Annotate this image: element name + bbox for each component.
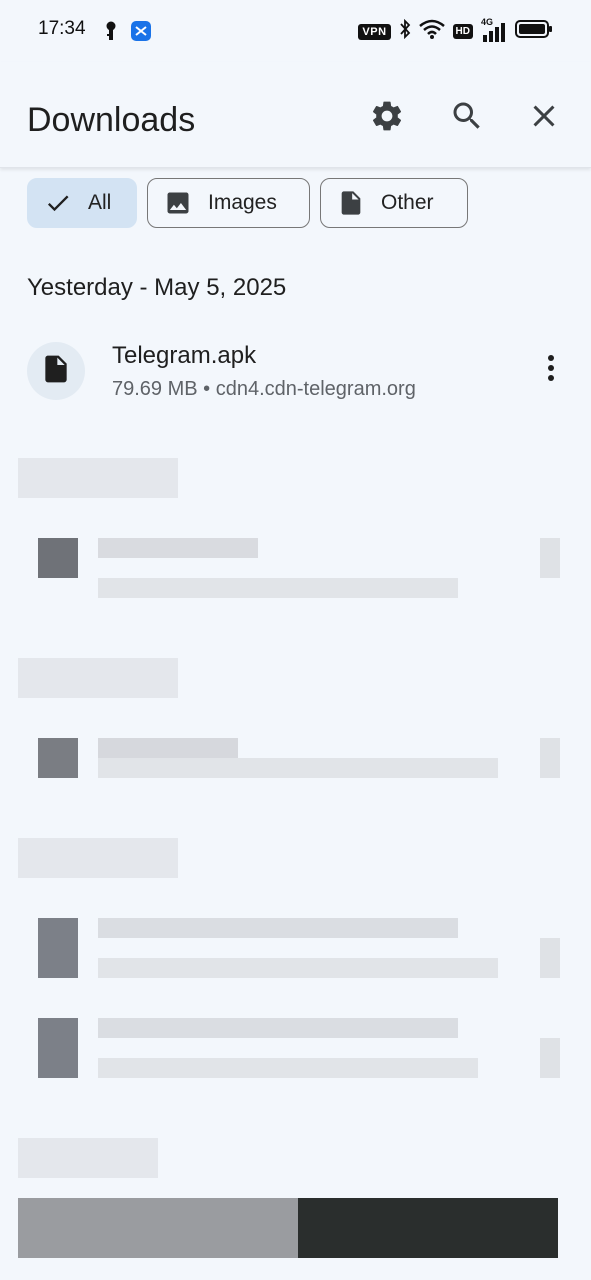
key-icon: [104, 21, 118, 46]
file-icon: [40, 353, 72, 390]
obscured-file-meta: [98, 758, 498, 778]
close-button[interactable]: [524, 98, 564, 138]
obscured-file-name: [98, 538, 258, 558]
obscured-file-name: [98, 738, 238, 758]
status-left-icons: [104, 20, 152, 47]
hd-badge: HD: [452, 24, 473, 39]
check-icon: [44, 189, 72, 217]
obscured-date-header: [18, 1138, 158, 1178]
obscured-date-header: [18, 658, 178, 698]
section-date-header: Yesterday - May 5, 2025: [27, 274, 287, 301]
obscured-downloads-list: [0, 440, 591, 1280]
app-bar: Downloads: [0, 62, 591, 168]
signal-icon: 4G: [481, 17, 507, 43]
chip-other[interactable]: Other: [320, 178, 468, 228]
settings-icon: [369, 98, 405, 139]
document-icon: [337, 189, 365, 217]
obscured-thumbnail: [298, 1198, 558, 1258]
filter-chips: All Images Other: [27, 178, 468, 228]
battery-icon: [515, 19, 553, 44]
obscured-date-header: [18, 458, 178, 498]
file-name: Telegram.apk: [112, 342, 257, 369]
obscured-file-meta: [98, 1058, 478, 1078]
obscured-more-button: [540, 538, 560, 578]
download-item[interactable]: Telegram.apk 79.69 MB • cdn4.cdn-telegra…: [0, 332, 591, 410]
close-icon: [526, 98, 562, 139]
chip-all-label: All: [88, 191, 112, 214]
image-icon: [164, 189, 192, 217]
obscured-file-meta: [98, 578, 458, 598]
bluetooth-icon: [399, 18, 411, 44]
settings-button[interactable]: [367, 98, 407, 138]
file-meta: 79.69 MB • cdn4.cdn-telegram.org: [112, 378, 416, 400]
search-button[interactable]: [447, 98, 487, 138]
status-bar: 17:34 VPN HD 4G: [0, 0, 591, 62]
page-title: Downloads: [27, 101, 196, 139]
obscured-more-button: [540, 738, 560, 778]
obscured-file-icon: [38, 918, 78, 978]
search-icon: [449, 98, 485, 139]
obscured-file-name: [98, 1018, 458, 1038]
obscured-file-icon: [38, 738, 78, 778]
chip-images-label: Images: [208, 191, 277, 214]
obscured-thumbnail: [18, 1198, 298, 1258]
more-vert-icon: [546, 353, 556, 388]
wifi-icon: [418, 19, 445, 44]
app-notification-icon: [130, 20, 152, 47]
status-time: 17:34: [38, 18, 86, 39]
obscured-file-meta: [98, 958, 498, 978]
chip-other-label: Other: [381, 191, 434, 214]
obscured-file-icon: [38, 538, 78, 578]
status-right-icons: VPN HD 4G: [358, 17, 553, 44]
more-options-button[interactable]: [533, 350, 569, 390]
chip-all[interactable]: All: [27, 178, 137, 228]
obscured-file-icon: [38, 1018, 78, 1078]
obscured-more-button: [540, 1038, 560, 1078]
obscured-date-header: [18, 838, 178, 878]
obscured-file-name: [98, 918, 458, 938]
obscured-more-button: [540, 938, 560, 978]
file-icon-container: [27, 342, 85, 400]
chip-images[interactable]: Images: [147, 178, 310, 228]
vpn-badge: VPN: [358, 23, 391, 40]
